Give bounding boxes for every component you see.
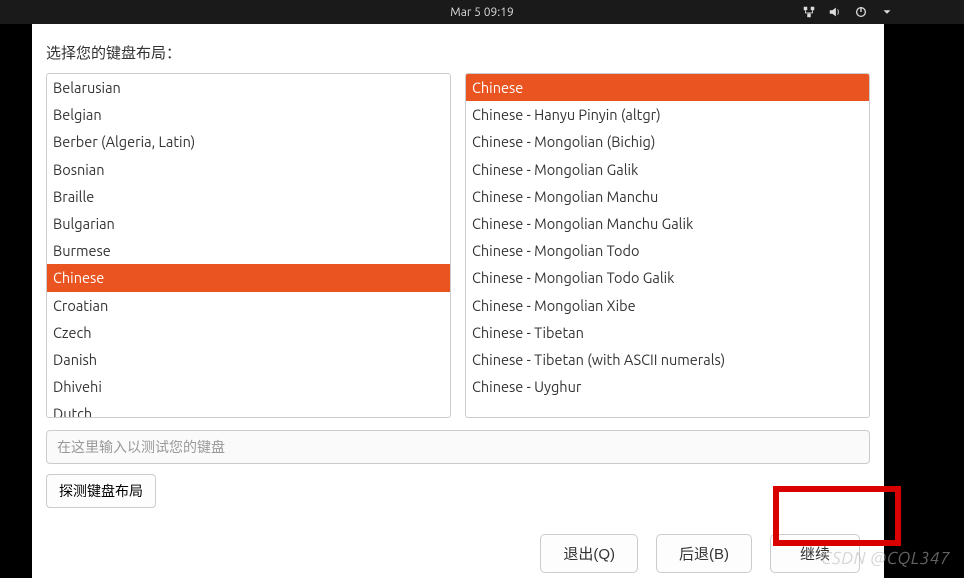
layout-item[interactable]: Berber (Algeria, Latin) [47, 128, 450, 155]
layout-item[interactable]: Dhivehi [47, 373, 450, 400]
variant-item[interactable]: Chinese - Tibetan [466, 319, 869, 346]
detect-layout-button[interactable]: 探测键盘布局 [46, 474, 156, 508]
prompt-label: 选择您的键盘布局： [46, 42, 870, 63]
watermark: CSDN @CQL347 [821, 549, 950, 568]
layout-item[interactable]: Bosnian [47, 156, 450, 183]
quit-button[interactable]: 退出(Q) [540, 534, 638, 573]
keyboard-test-input[interactable] [46, 430, 870, 464]
variant-item[interactable]: Chinese - Tibetan (with ASCII numerals) [466, 346, 869, 373]
layout-item[interactable]: Dutch [47, 400, 450, 418]
chevron-down-icon[interactable] [880, 5, 894, 19]
variant-item[interactable]: Chinese - Uyghur [466, 373, 869, 400]
layout-item[interactable]: Danish [47, 346, 450, 373]
layout-item[interactable]: Braille [47, 183, 450, 210]
detect-row: 探测键盘布局 [46, 474, 870, 508]
variant-item[interactable]: Chinese - Mongolian Xibe [466, 292, 869, 319]
power-icon[interactable] [854, 5, 868, 19]
layout-item[interactable]: Czech [47, 319, 450, 346]
system-tray [802, 5, 894, 19]
variant-item[interactable]: Chinese - Mongolian Galik [466, 156, 869, 183]
clock-label: Mar 5 09:19 [450, 6, 513, 19]
layout-lists-row: BelarusianBelgianBerber (Algeria, Latin)… [46, 73, 870, 418]
variant-item[interactable]: Chinese - Mongolian Todo [466, 237, 869, 264]
variant-item[interactable]: Chinese [466, 74, 869, 101]
variant-item[interactable]: Chinese - Mongolian Manchu Galik [466, 210, 869, 237]
nav-row: 退出(Q) 后退(B) 继续 [46, 534, 870, 573]
layout-item[interactable]: Bulgarian [47, 210, 450, 237]
keyboard-variant-list[interactable]: ChineseChinese - Hanyu Pinyin (altgr)Chi… [465, 73, 870, 418]
network-icon[interactable] [802, 5, 816, 19]
layout-item[interactable]: Belgian [47, 101, 450, 128]
variant-item[interactable]: Chinese - Mongolian Todo Galik [466, 264, 869, 291]
variant-item[interactable]: Chinese - Mongolian (Bichig) [466, 128, 869, 155]
top-bar: Mar 5 09:19 [0, 0, 964, 24]
layout-item[interactable]: Croatian [47, 292, 450, 319]
keyboard-layout-list[interactable]: BelarusianBelgianBerber (Algeria, Latin)… [46, 73, 451, 418]
layout-item[interactable]: Chinese [47, 264, 450, 291]
back-button[interactable]: 后退(B) [656, 534, 752, 573]
volume-icon[interactable] [828, 5, 842, 19]
variant-item[interactable]: Chinese - Hanyu Pinyin (altgr) [466, 101, 869, 128]
layout-item[interactable]: Burmese [47, 237, 450, 264]
layout-item[interactable]: Belarusian [47, 74, 450, 101]
variant-item[interactable]: Chinese - Mongolian Manchu [466, 183, 869, 210]
installer-window: 选择您的键盘布局： BelarusianBelgianBerber (Alger… [32, 24, 884, 578]
